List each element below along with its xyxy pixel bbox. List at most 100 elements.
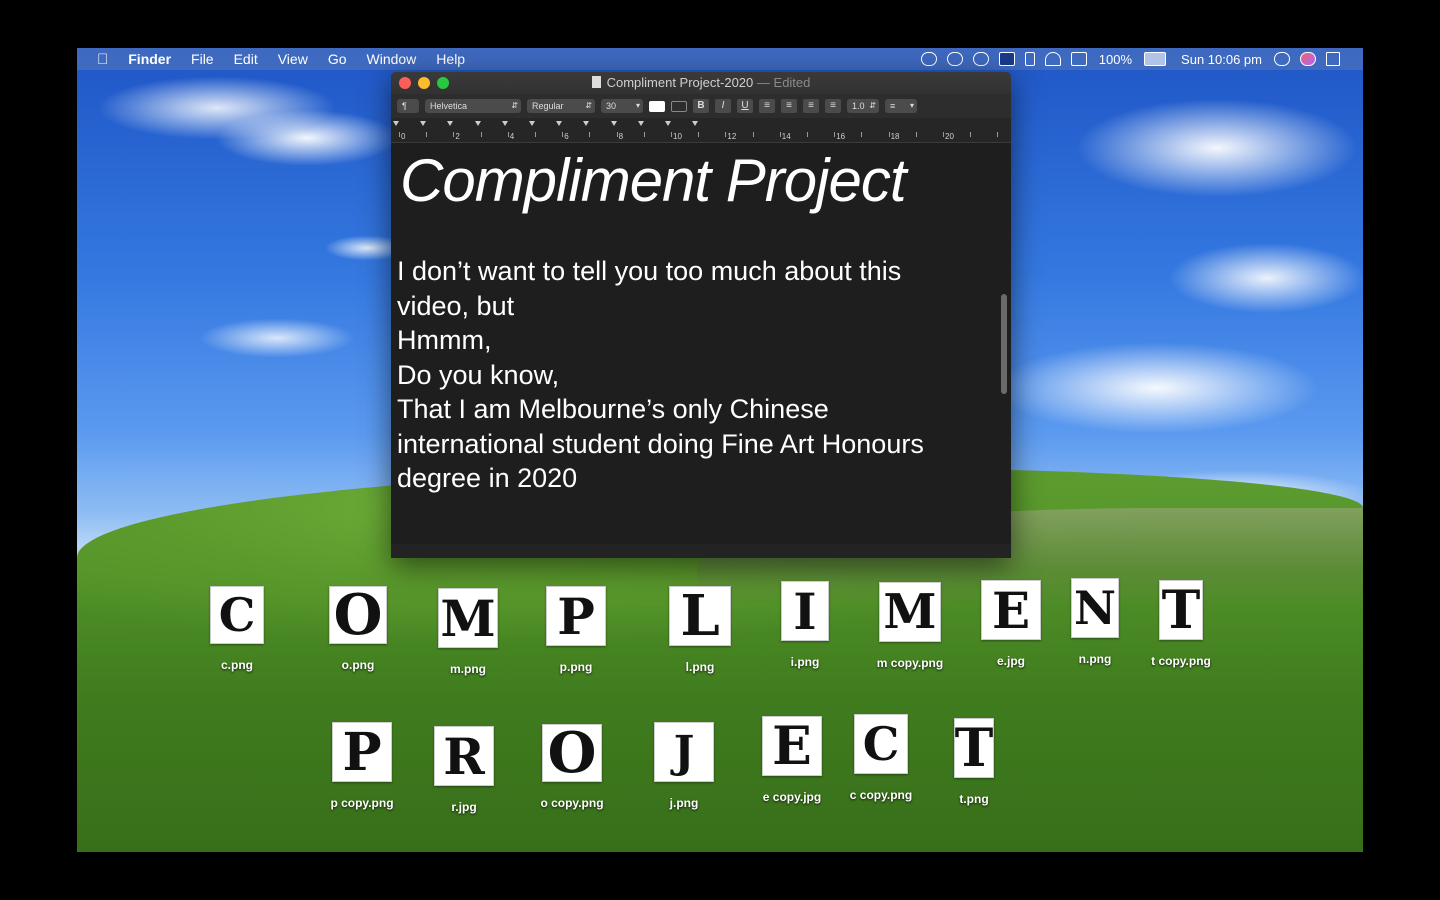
file-icon-o-png[interactable]: Oo.png bbox=[303, 582, 413, 672]
battery-icon[interactable] bbox=[1144, 52, 1167, 66]
tab-stop-marker[interactable] bbox=[529, 121, 535, 126]
file-name-label: j.png bbox=[669, 796, 699, 810]
file-icon-p-copy-png[interactable]: Pp copy.png bbox=[307, 722, 417, 811]
window-title-text: Compliment Project-2020 bbox=[606, 75, 754, 90]
flag-icon[interactable] bbox=[998, 52, 1015, 66]
body-line: I don’t want to tell you too much about … bbox=[397, 256, 902, 286]
image-thumbnail: J bbox=[654, 722, 714, 782]
ruler-number: 8 bbox=[618, 132, 624, 141]
menu-help[interactable]: Help bbox=[426, 48, 475, 70]
file-icon-t-png[interactable]: Tt.png bbox=[919, 718, 1029, 806]
textedit-window: Compliment Project-2020 — Edited ¶ Helve… bbox=[391, 72, 1011, 558]
file-icon-p-png[interactable]: Pp.png bbox=[521, 586, 631, 674]
list-bullets-select[interactable]: ≡ ▾ bbox=[885, 99, 917, 113]
tab-stop-marker[interactable] bbox=[501, 121, 508, 126]
file-icon-c-png[interactable]: Cc.png bbox=[182, 586, 292, 672]
ruler-number: 16 bbox=[836, 132, 846, 141]
font-style-select[interactable]: Regular ⇵ bbox=[527, 99, 595, 113]
underline-button[interactable]: U bbox=[737, 99, 753, 113]
align-left-icon[interactable]: ≡ bbox=[759, 99, 775, 113]
accessibility-icon[interactable] bbox=[972, 52, 989, 66]
menu-edit[interactable]: Edit bbox=[224, 48, 268, 70]
image-thumbnail: R bbox=[434, 726, 494, 786]
paragraph-style-select[interactable]: ¶ bbox=[397, 99, 419, 113]
body-line: video, but bbox=[397, 290, 515, 321]
search-icon[interactable] bbox=[1274, 52, 1290, 66]
tab-stop-marker[interactable] bbox=[420, 121, 427, 126]
file-icon-l-png[interactable]: Ll.png bbox=[645, 583, 755, 674]
tab-stop-marker[interactable] bbox=[583, 121, 590, 126]
ruler-tick bbox=[752, 132, 754, 137]
ruler-tick bbox=[535, 132, 536, 137]
file-icon-i-png[interactable]: Ii.png bbox=[750, 581, 860, 669]
ruler-tick bbox=[834, 132, 836, 137]
file-icon-m-copy-png[interactable]: Mm copy.png bbox=[855, 582, 965, 670]
ruler[interactable]: 0 2 4 6 8 10 12 14 16 18 20 bbox=[391, 118, 1011, 143]
menu-view[interactable]: View bbox=[268, 48, 318, 70]
ruler-tick bbox=[725, 132, 727, 137]
bluetooth-icon[interactable] bbox=[1024, 52, 1035, 66]
file-name-label: p copy.png bbox=[330, 796, 394, 810]
highlight-color-swatch[interactable] bbox=[671, 100, 687, 112]
ruler-tick bbox=[426, 132, 428, 137]
text-color-swatch[interactable] bbox=[649, 100, 665, 112]
file-name-label: r.jpg bbox=[451, 800, 477, 814]
file-name-label: t copy.png bbox=[1151, 654, 1211, 668]
volume-icon[interactable] bbox=[1070, 52, 1087, 66]
status-area: 100% Sun 10:06 pm bbox=[916, 48, 1363, 70]
chat-icon[interactable] bbox=[946, 52, 963, 66]
wifi-icon[interactable] bbox=[1044, 52, 1061, 66]
battery-percent[interactable]: 100% bbox=[1092, 52, 1139, 67]
body-line: international student doing Fine Art Hon… bbox=[397, 428, 924, 459]
align-center-icon[interactable]: ≡ bbox=[781, 99, 797, 113]
ruler-number: 2 bbox=[455, 132, 460, 141]
notification-center-icon[interactable] bbox=[1326, 52, 1340, 66]
tab-stop-marker[interactable] bbox=[556, 121, 563, 126]
ruler-tick bbox=[671, 132, 672, 137]
align-right-icon[interactable]: ≡ bbox=[803, 99, 819, 113]
file-icon-r-jpg[interactable]: Rr.jpg bbox=[409, 726, 519, 814]
image-thumbnail: E bbox=[981, 580, 1041, 640]
line-spacing-select[interactable]: 1.0 ⇵ bbox=[847, 99, 879, 113]
title-bar[interactable]: Compliment Project-2020 — Edited bbox=[391, 72, 1011, 94]
file-icon-m-png[interactable]: Mm.png bbox=[413, 588, 523, 676]
document-content[interactable]: Compliment Project I don’t want to tell … bbox=[391, 142, 997, 544]
file-icon-t-copy-png[interactable]: Tt copy.png bbox=[1126, 580, 1236, 669]
tab-stop-marker[interactable] bbox=[637, 121, 644, 126]
file-icon-o-copy-png[interactable]: Oo copy.png bbox=[517, 720, 627, 810]
document-body: I don’t want to tell you too much about … bbox=[397, 254, 991, 496]
ruler-tick bbox=[779, 132, 781, 137]
ruler-number: 6 bbox=[564, 132, 569, 141]
ruler-tick bbox=[589, 132, 591, 137]
image-thumbnail: T bbox=[1159, 580, 1203, 641]
font-family-select[interactable]: Helvetica ⇵ bbox=[425, 99, 521, 113]
ruler-tick bbox=[943, 132, 944, 137]
menu-app-finder[interactable]: Finder bbox=[118, 48, 181, 70]
image-thumbnail: P bbox=[546, 586, 606, 646]
tab-stop-marker[interactable] bbox=[692, 121, 699, 126]
window-bottom-bar bbox=[391, 544, 1011, 558]
siri-icon[interactable] bbox=[1300, 52, 1316, 66]
font-size-select[interactable]: 30 ▾ bbox=[601, 99, 643, 113]
tab-stop-marker[interactable] bbox=[393, 121, 399, 126]
apple-icon[interactable]:  bbox=[77, 51, 118, 68]
align-justify-icon[interactable]: ≡ bbox=[825, 99, 841, 113]
tab-stop-marker[interactable] bbox=[610, 121, 617, 126]
menu-file[interactable]: File bbox=[181, 48, 224, 70]
edited-label: — Edited bbox=[756, 75, 811, 90]
ruler-tick bbox=[453, 132, 455, 137]
vertical-scrollbar[interactable] bbox=[1001, 294, 1007, 394]
file-icon-j-png[interactable]: Jj.png bbox=[629, 722, 739, 810]
tab-stop-marker[interactable] bbox=[447, 121, 454, 126]
tab-stop-marker[interactable] bbox=[474, 121, 481, 126]
bold-button[interactable]: B bbox=[693, 99, 709, 113]
italic-button[interactable]: I bbox=[715, 99, 731, 113]
menu-bar:  Finder File Edit View Go Window Help 1… bbox=[77, 48, 1363, 70]
menu-go[interactable]: Go bbox=[318, 48, 357, 70]
format-toolbar: ¶ Helvetica ⇵ Regular ⇵ 30 ▾ B I U ≡ ≡ ≡ ≡ … bbox=[391, 94, 1011, 118]
ruler-number: 20 bbox=[945, 132, 954, 141]
creative-cloud-icon[interactable] bbox=[920, 52, 937, 66]
clock[interactable]: Sun 10:06 pm bbox=[1171, 52, 1269, 67]
tab-stop-marker[interactable] bbox=[665, 121, 671, 126]
menu-window[interactable]: Window bbox=[357, 48, 427, 70]
